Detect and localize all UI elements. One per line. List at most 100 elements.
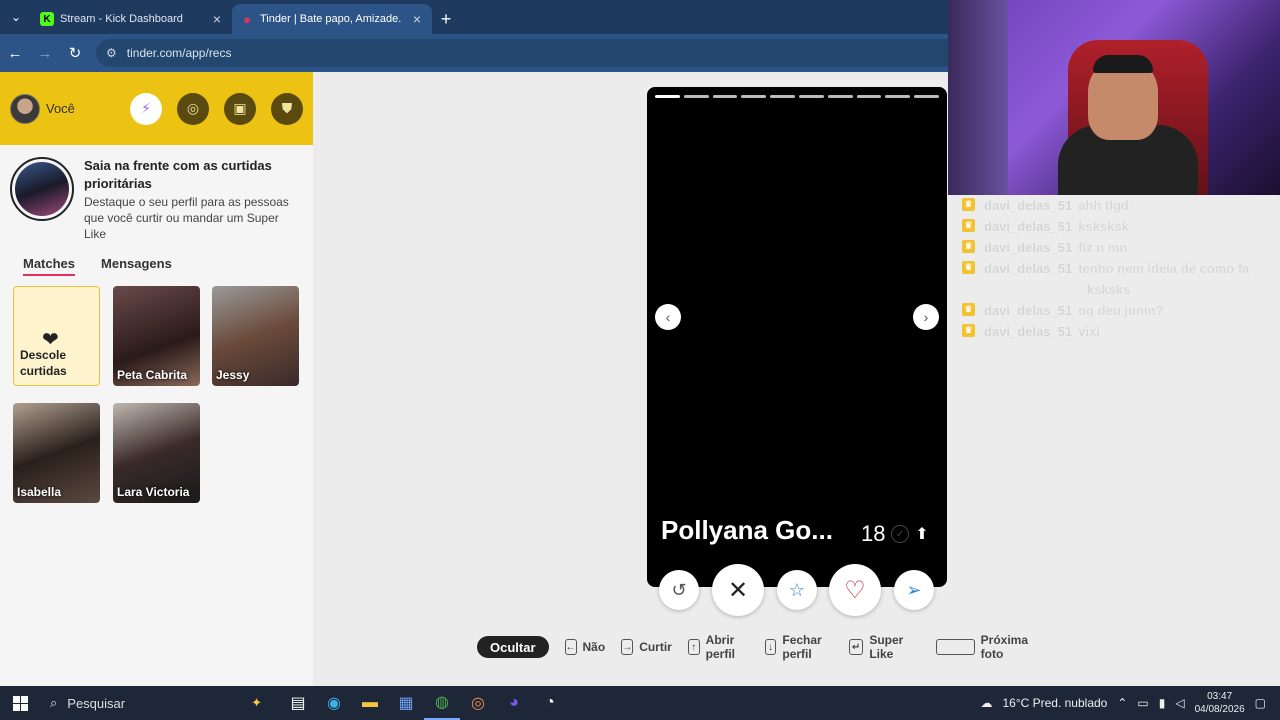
app-swirl-icon[interactable]: ◎: [460, 686, 496, 720]
match-card[interactable]: Isabella: [13, 403, 100, 503]
avatar[interactable]: [10, 93, 40, 124]
chat-message: ♛ davi_delas_51 ksksksk: [960, 216, 1280, 237]
start-button[interactable]: [0, 686, 40, 720]
match-card[interactable]: Jessy: [212, 286, 299, 386]
chevron-up-icon[interactable]: ⌃: [1117, 696, 1127, 710]
address-bar[interactable]: ⚙ tinder.com/app/recs: [96, 39, 948, 67]
back-arrow-icon[interactable]: ←: [0, 38, 30, 68]
match-name: Isabella: [17, 485, 62, 499]
crown-badge-icon: ♛: [962, 303, 975, 316]
briefcase-icon[interactable]: ▣: [224, 92, 256, 125]
crown-badge-icon: ♛: [962, 219, 975, 232]
match-name: Lara Victoria: [117, 485, 190, 499]
photo-progress-segment: [914, 95, 939, 98]
superlike-button[interactable]: ☆: [777, 570, 817, 610]
verified-icon: ✓: [891, 525, 909, 543]
stream-chat-overlay: ♛ davi_delas_51 ahh tlgd ♛ davi_delas_51 ksk…: [960, 195, 1280, 342]
chrome-icon[interactable]: ◍: [424, 686, 460, 720]
chat-message: ♛ davi_delas_51 tenho nem ideia de como fa…: [960, 258, 1280, 300]
hide-shortcuts-button[interactable]: Ocultar: [477, 636, 549, 658]
shortcut-open-label: Abrir perfil: [705, 633, 735, 661]
priority-likes-promo[interactable]: Saia na frente com as curtidas prioritár…: [0, 145, 313, 241]
edge-icon[interactable]: ◉: [316, 686, 352, 720]
photo-progress-bars: [655, 95, 939, 98]
photo-progress-segment: [683, 95, 709, 98]
profile-name: Pollyana Go...: [661, 515, 833, 545]
close-icon: ✕: [727, 576, 749, 604]
likes-card-label: Descole curtidas: [20, 348, 67, 378]
explore-compass-icon[interactable]: ◎: [177, 92, 209, 125]
store-icon[interactable]: ▦: [388, 686, 424, 720]
browser-tab-bar: ⌄ K Stream - Kick Dashboard × ● Tinder |…: [0, 0, 948, 34]
tab-messages[interactable]: Mensagens: [101, 256, 172, 276]
tab-matches[interactable]: Matches: [23, 256, 76, 276]
tab-kick-dashboard[interactable]: K Stream - Kick Dashboard ×: [32, 4, 232, 34]
volume-icon[interactable]: ◁: [1175, 696, 1184, 710]
up-key-icon: ↑: [687, 639, 700, 655]
notifications-icon[interactable]: ▢: [1255, 696, 1266, 710]
send-button[interactable]: ➢: [894, 570, 934, 610]
user-label[interactable]: Você: [46, 101, 115, 116]
chat-message: ♛ davi_delas_51 fiz n mn: [960, 237, 1280, 258]
close-tab-icon[interactable]: ×: [210, 11, 224, 27]
profile-age: 18: [861, 521, 886, 546]
url-text: tinder.com/app/recs: [126, 46, 232, 60]
chat-message: ♛ davi_delas_51 ahh tlgd: [960, 195, 1280, 216]
nope-button[interactable]: ✕: [712, 564, 764, 616]
obs-icon[interactable]: ◔: [532, 686, 568, 720]
crown-badge-icon: ♛: [962, 324, 975, 337]
close-tab-icon[interactable]: ×: [410, 11, 424, 27]
site-settings-icon[interactable]: ⚙: [106, 46, 117, 60]
sidebar-header: Você ⚡ ◎ ▣ ⛊: [0, 72, 313, 145]
boost-lightning-icon[interactable]: ⚡: [130, 92, 162, 125]
tinder-flame-icon: ●: [243, 11, 251, 27]
new-tab-button[interactable]: +: [432, 4, 460, 34]
rewind-icon: ↺: [671, 579, 687, 600]
photo-progress-segment: [885, 95, 911, 98]
profile-card[interactable]: ‹ › Pollyana Go... 18 ✓ ⬆: [647, 87, 947, 587]
crown-badge-icon: ♛: [962, 240, 975, 253]
promo-subtitle: Destaque o seu perfil para as pessoas qu…: [84, 195, 289, 241]
reload-icon[interactable]: ↻: [60, 38, 90, 68]
match-name: Peta Cabrita: [117, 368, 188, 382]
like-button[interactable]: ♡: [829, 564, 881, 616]
rewind-button[interactable]: ↺: [659, 570, 699, 610]
file-explorer-icon[interactable]: ▬: [352, 686, 388, 720]
star-icon: ☆: [788, 579, 806, 600]
crown-badge-icon: ♛: [962, 198, 975, 211]
shield-icon[interactable]: ⛊: [271, 92, 303, 125]
match-card[interactable]: Lara Victoria: [113, 403, 200, 503]
task-view-icon[interactable]: ▤: [280, 686, 316, 720]
discord-icon[interactable]: ◕: [496, 686, 532, 720]
chevron-right-icon[interactable]: ›: [913, 304, 939, 330]
send-icon: ➢: [906, 579, 922, 600]
network-icon[interactable]: ▭: [1137, 696, 1148, 710]
search-icon: ⌕: [50, 695, 58, 710]
shortcut-like-label: Curtir: [639, 640, 672, 654]
photo-progress-segment: [798, 95, 824, 98]
forward-arrow-icon[interactable]: →: [30, 38, 60, 68]
sparkle-icon: ✦: [251, 695, 262, 710]
weather-label[interactable]: 16°C Pred. nublado: [1002, 696, 1107, 710]
photo-progress-segment: [741, 95, 767, 98]
likes-card[interactable]: ❤ Descole curtidas: [13, 286, 100, 386]
tab-tinder[interactable]: ● Tinder | Bate papo, Amizade. En ×: [232, 4, 432, 34]
chat-message: ♛ davi_delas_51 vixi: [960, 321, 1280, 342]
crown-badge-icon: ♛: [962, 261, 975, 274]
kick-icon: K: [40, 12, 54, 26]
photo-progress-segment: [655, 95, 680, 98]
chevron-left-icon[interactable]: ‹: [655, 304, 681, 330]
weather-cloud-icon: ☁: [980, 696, 993, 710]
clock[interactable]: 03:47 04/08/2026: [1195, 690, 1245, 716]
taskbar-search[interactable]: ⌕ Pesquisar ✦: [40, 686, 280, 720]
tab-search-chevron-icon[interactable]: ⌄: [0, 0, 32, 34]
match-card[interactable]: Peta Cabrita: [113, 286, 200, 386]
match-name: Jessy: [216, 368, 250, 382]
photo-progress-segment: [827, 95, 853, 98]
space-key-icon: [936, 639, 975, 655]
down-key-icon: ↓: [764, 639, 777, 655]
mic-icon[interactable]: ▮: [1159, 696, 1166, 710]
tab-title: Stream - Kick Dashboard: [60, 13, 183, 25]
open-profile-arrow-icon[interactable]: ⬆: [912, 524, 932, 544]
photo-progress-segment: [712, 95, 738, 98]
